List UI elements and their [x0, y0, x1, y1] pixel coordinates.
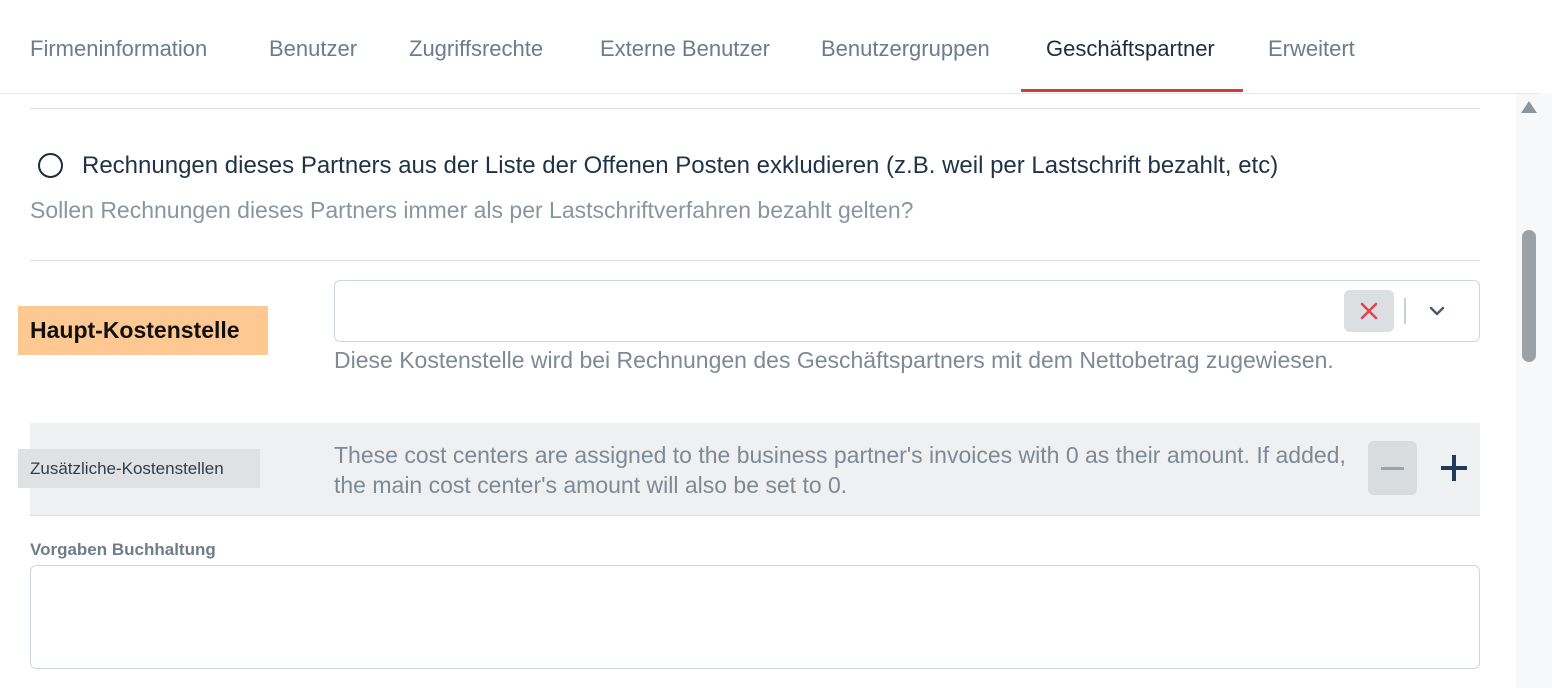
tab-bar: Firmeninformation Benutzer Zugriffsrecht… — [0, 0, 1540, 94]
select-separator — [1404, 298, 1406, 324]
additional-cost-centers-label: Zusätzliche-Kostenstellen — [18, 449, 260, 488]
close-icon — [1360, 302, 1378, 320]
tab-externe-benutzer[interactable]: Externe Benutzer — [600, 36, 770, 93]
scrollbar-thumb[interactable] — [1522, 230, 1536, 362]
additional-cost-centers-help: These cost centers are assigned to the b… — [334, 442, 1346, 498]
exclude-partner-help: Sollen Rechnungen dieses Partners immer … — [30, 197, 914, 223]
remove-cost-center-button[interactable] — [1368, 441, 1417, 495]
tab-erweitert[interactable]: Erweitert — [1268, 36, 1355, 93]
main-cost-center-help: Diese Kostenstelle wird bei Rechnungen d… — [334, 347, 1334, 373]
add-cost-center-button[interactable] — [1432, 446, 1476, 490]
divider — [30, 108, 1480, 109]
chevron-down-icon[interactable] — [1428, 304, 1446, 318]
scrollbar-track[interactable] — [1516, 94, 1552, 688]
tab-geschaeftspartner[interactable]: Geschäftspartner — [1046, 36, 1215, 93]
main-cost-center-label: Haupt-Kostenstelle — [18, 306, 268, 355]
scroll-up-arrow-icon[interactable] — [1521, 101, 1537, 113]
exclude-partner-radio[interactable] — [38, 153, 63, 178]
tab-firmeninformation[interactable]: Firmeninformation — [30, 36, 207, 93]
clear-selection-button[interactable] — [1344, 290, 1394, 332]
accounting-defaults-textarea[interactable] — [30, 565, 1480, 669]
main-cost-center-select[interactable] — [334, 280, 1480, 342]
tab-benutzer[interactable]: Benutzer — [269, 36, 357, 93]
accounting-defaults-label: Vorgaben Buchhaltung — [30, 540, 216, 559]
active-tab-indicator — [1021, 89, 1243, 92]
divider — [30, 260, 1480, 261]
tab-benutzergruppen[interactable]: Benutzergruppen — [821, 36, 990, 93]
tab-zugriffsrechte[interactable]: Zugriffsrechte — [409, 36, 543, 93]
exclude-partner-label[interactable]: Rechnungen dieses Partners aus der Liste… — [82, 152, 1278, 180]
minus-icon — [1381, 467, 1404, 470]
